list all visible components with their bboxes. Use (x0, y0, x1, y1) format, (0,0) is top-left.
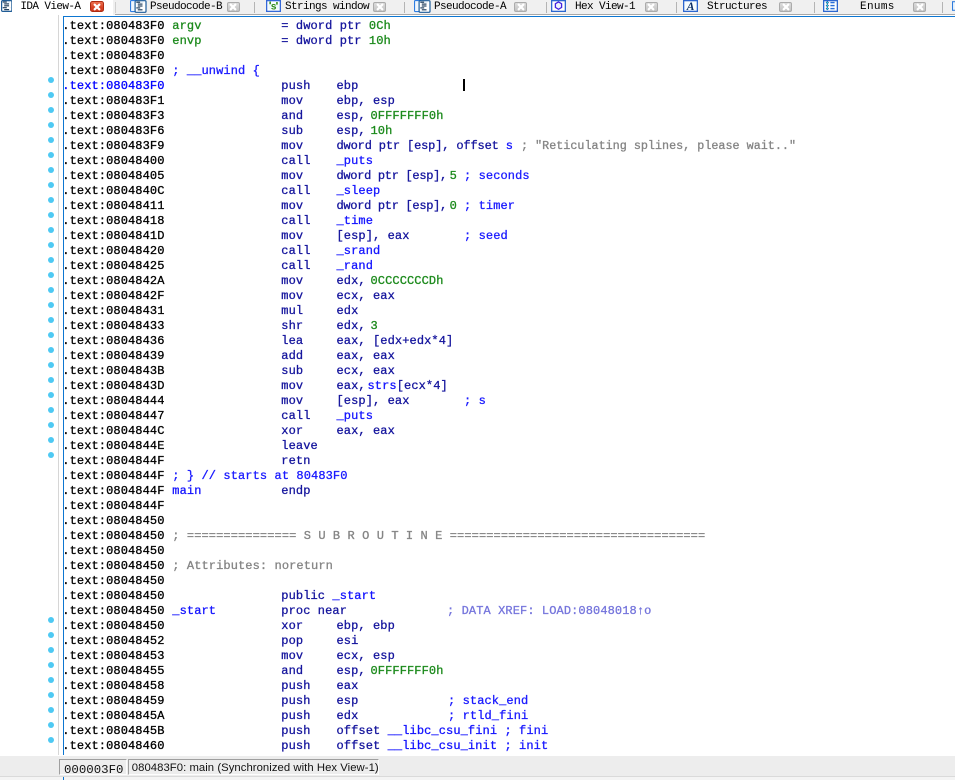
svg-text:s: s (270, 3, 276, 12)
svg-text:A: A (686, 1, 695, 12)
